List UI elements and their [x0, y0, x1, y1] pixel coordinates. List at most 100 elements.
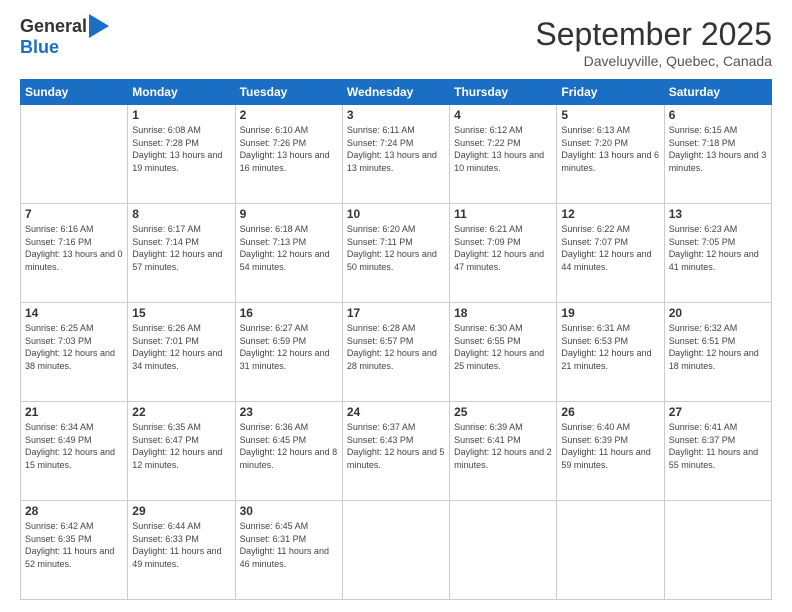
- calendar-cell: [21, 105, 128, 204]
- calendar-cell: [664, 501, 771, 600]
- col-friday: Friday: [557, 80, 664, 105]
- calendar-cell: 19Sunrise: 6:31 AMSunset: 6:53 PMDayligh…: [557, 303, 664, 402]
- day-info: Sunrise: 6:18 AMSunset: 7:13 PMDaylight:…: [240, 223, 338, 273]
- calendar-cell: 12Sunrise: 6:22 AMSunset: 7:07 PMDayligh…: [557, 204, 664, 303]
- calendar-cell: 27 Sunrise: 6:41 AMSunset: 6:37 PMDayligh…: [664, 402, 771, 501]
- day-number: 12: [561, 207, 659, 221]
- day-number: 3: [347, 108, 445, 122]
- day-info: Sunrise: 6:44 AMSunset: 6:33 PMDaylight:…: [132, 520, 230, 570]
- calendar-cell: 7 Sunrise: 6:16 AMSunset: 7:16 PMDaylight…: [21, 204, 128, 303]
- calendar-week-row: 28 Sunrise: 6:42 AMSunset: 6:35 PMDayligh…: [21, 501, 772, 600]
- header: General Blue September 2025 Daveluyville…: [20, 16, 772, 69]
- day-info: Sunrise: 6:26 AMSunset: 7:01 PMDaylight:…: [132, 322, 230, 372]
- calendar-week-row: 14 Sunrise: 6:25 AMSunset: 7:03 PMDayligh…: [21, 303, 772, 402]
- calendar-table: Sunday Monday Tuesday Wednesday Thursday…: [20, 79, 772, 600]
- day-info: Sunrise: 6:41 AMSunset: 6:37 PMDaylight:…: [669, 421, 767, 471]
- calendar-week-row: 7 Sunrise: 6:16 AMSunset: 7:16 PMDaylight…: [21, 204, 772, 303]
- day-number: 11: [454, 207, 552, 221]
- day-number: 14: [25, 306, 123, 320]
- calendar-week-row: 21Sunrise: 6:34 AMSunset: 6:49 PMDayligh…: [21, 402, 772, 501]
- day-info: Sunrise: 6:15 AMSunset: 7:18 PMDaylight:…: [669, 124, 767, 174]
- calendar-cell: 17 Sunrise: 6:28 AMSunset: 6:57 PMDayligh…: [342, 303, 449, 402]
- calendar-cell: 24Sunrise: 6:37 AMSunset: 6:43 PMDayligh…: [342, 402, 449, 501]
- day-info: Sunrise: 6:16 AMSunset: 7:16 PMDaylight:…: [25, 223, 123, 273]
- calendar-cell: 23 Sunrise: 6:36 AMSunset: 6:45 PMDayligh…: [235, 402, 342, 501]
- day-number: 20: [669, 306, 767, 320]
- logo-text: General Blue: [20, 16, 109, 58]
- col-tuesday: Tuesday: [235, 80, 342, 105]
- calendar-cell: 10Sunrise: 6:20 AMSunset: 7:11 PMDayligh…: [342, 204, 449, 303]
- day-info: Sunrise: 6:13 AMSunset: 7:20 PMDaylight:…: [561, 124, 659, 174]
- calendar-cell: 25 Sunrise: 6:39 AMSunset: 6:41 PMDayligh…: [450, 402, 557, 501]
- day-number: 26: [561, 405, 659, 419]
- calendar-week-row: 1Sunrise: 6:08 AMSunset: 7:28 PMDaylight…: [21, 105, 772, 204]
- day-number: 4: [454, 108, 552, 122]
- day-number: 8: [132, 207, 230, 221]
- day-number: 17: [347, 306, 445, 320]
- title-block: September 2025 Daveluyville, Quebec, Can…: [535, 16, 772, 69]
- calendar-cell: [450, 501, 557, 600]
- calendar-cell: 13 Sunrise: 6:23 AMSunset: 7:05 PMDayligh…: [664, 204, 771, 303]
- day-number: 13: [669, 207, 767, 221]
- day-info: Sunrise: 6:21 AMSunset: 7:09 PMDaylight:…: [454, 223, 552, 273]
- calendar-cell: 6 Sunrise: 6:15 AMSunset: 7:18 PMDaylight…: [664, 105, 771, 204]
- day-info: Sunrise: 6:39 AMSunset: 6:41 PMDaylight:…: [454, 421, 552, 471]
- col-sunday: Sunday: [21, 80, 128, 105]
- day-number: 7: [25, 207, 123, 221]
- day-number: 29: [132, 504, 230, 518]
- calendar-cell: 30 Sunrise: 6:45 AMSunset: 6:31 PMDayligh…: [235, 501, 342, 600]
- day-number: 16: [240, 306, 338, 320]
- day-info: Sunrise: 6:28 AMSunset: 6:57 PMDaylight:…: [347, 322, 445, 372]
- day-number: 28: [25, 504, 123, 518]
- day-info: Sunrise: 6:08 AMSunset: 7:28 PMDaylight:…: [132, 124, 230, 174]
- calendar-cell: 16 Sunrise: 6:27 AMSunset: 6:59 PMDayligh…: [235, 303, 342, 402]
- day-number: 2: [240, 108, 338, 122]
- day-number: 9: [240, 207, 338, 221]
- day-number: 25: [454, 405, 552, 419]
- calendar-cell: 2 Sunrise: 6:10 AMSunset: 7:26 PMDaylight…: [235, 105, 342, 204]
- calendar-cell: 15 Sunrise: 6:26 AMSunset: 7:01 PMDayligh…: [128, 303, 235, 402]
- day-info: Sunrise: 6:12 AMSunset: 7:22 PMDaylight:…: [454, 124, 552, 174]
- day-number: 23: [240, 405, 338, 419]
- calendar-body: 1Sunrise: 6:08 AMSunset: 7:28 PMDaylight…: [21, 105, 772, 600]
- col-monday: Monday: [128, 80, 235, 105]
- title-month: September 2025: [535, 16, 772, 53]
- day-info: Sunrise: 6:32 AMSunset: 6:51 PMDaylight:…: [669, 322, 767, 372]
- calendar-cell: 21Sunrise: 6:34 AMSunset: 6:49 PMDayligh…: [21, 402, 128, 501]
- calendar-cell: 9 Sunrise: 6:18 AMSunset: 7:13 PMDaylight…: [235, 204, 342, 303]
- day-info: Sunrise: 6:42 AMSunset: 6:35 PMDaylight:…: [25, 520, 123, 570]
- calendar-cell: 14 Sunrise: 6:25 AMSunset: 7:03 PMDayligh…: [21, 303, 128, 402]
- col-wednesday: Wednesday: [342, 80, 449, 105]
- day-info: Sunrise: 6:36 AMSunset: 6:45 PMDaylight:…: [240, 421, 338, 471]
- day-info: Sunrise: 6:25 AMSunset: 7:03 PMDaylight:…: [25, 322, 123, 372]
- day-number: 15: [132, 306, 230, 320]
- day-number: 5: [561, 108, 659, 122]
- day-number: 24: [347, 405, 445, 419]
- day-info: Sunrise: 6:30 AMSunset: 6:55 PMDaylight:…: [454, 322, 552, 372]
- logo-blue: Blue: [20, 38, 109, 58]
- calendar-cell: 22 Sunrise: 6:35 AMSunset: 6:47 PMDayligh…: [128, 402, 235, 501]
- day-info: Sunrise: 6:10 AMSunset: 7:26 PMDaylight:…: [240, 124, 338, 174]
- day-info: Sunrise: 6:11 AMSunset: 7:24 PMDaylight:…: [347, 124, 445, 174]
- day-number: 6: [669, 108, 767, 122]
- day-number: 22: [132, 405, 230, 419]
- calendar-cell: 4 Sunrise: 6:12 AMSunset: 7:22 PMDaylight…: [450, 105, 557, 204]
- day-info: Sunrise: 6:31 AMSunset: 6:53 PMDaylight:…: [561, 322, 659, 372]
- day-info: Sunrise: 6:45 AMSunset: 6:31 PMDaylight:…: [240, 520, 338, 570]
- calendar-cell: 11 Sunrise: 6:21 AMSunset: 7:09 PMDayligh…: [450, 204, 557, 303]
- day-number: 18: [454, 306, 552, 320]
- day-info: Sunrise: 6:35 AMSunset: 6:47 PMDaylight:…: [132, 421, 230, 471]
- calendar-cell: 5 Sunrise: 6:13 AMSunset: 7:20 PMDaylight…: [557, 105, 664, 204]
- calendar-cell: 29 Sunrise: 6:44 AMSunset: 6:33 PMDayligh…: [128, 501, 235, 600]
- calendar-cell: 3 Sunrise: 6:11 AMSunset: 7:24 PMDaylight…: [342, 105, 449, 204]
- day-number: 10: [347, 207, 445, 221]
- day-info: Sunrise: 6:17 AMSunset: 7:14 PMDaylight:…: [132, 223, 230, 273]
- calendar-cell: 28 Sunrise: 6:42 AMSunset: 6:35 PMDayligh…: [21, 501, 128, 600]
- day-number: 30: [240, 504, 338, 518]
- logo: General Blue: [20, 16, 109, 58]
- day-info: Sunrise: 6:27 AMSunset: 6:59 PMDaylight:…: [240, 322, 338, 372]
- day-info: Sunrise: 6:23 AMSunset: 7:05 PMDaylight:…: [669, 223, 767, 273]
- page: General Blue September 2025 Daveluyville…: [0, 0, 792, 612]
- day-number: 27: [669, 405, 767, 419]
- day-info: Sunrise: 6:40 AMSunset: 6:39 PMDaylight:…: [561, 421, 659, 471]
